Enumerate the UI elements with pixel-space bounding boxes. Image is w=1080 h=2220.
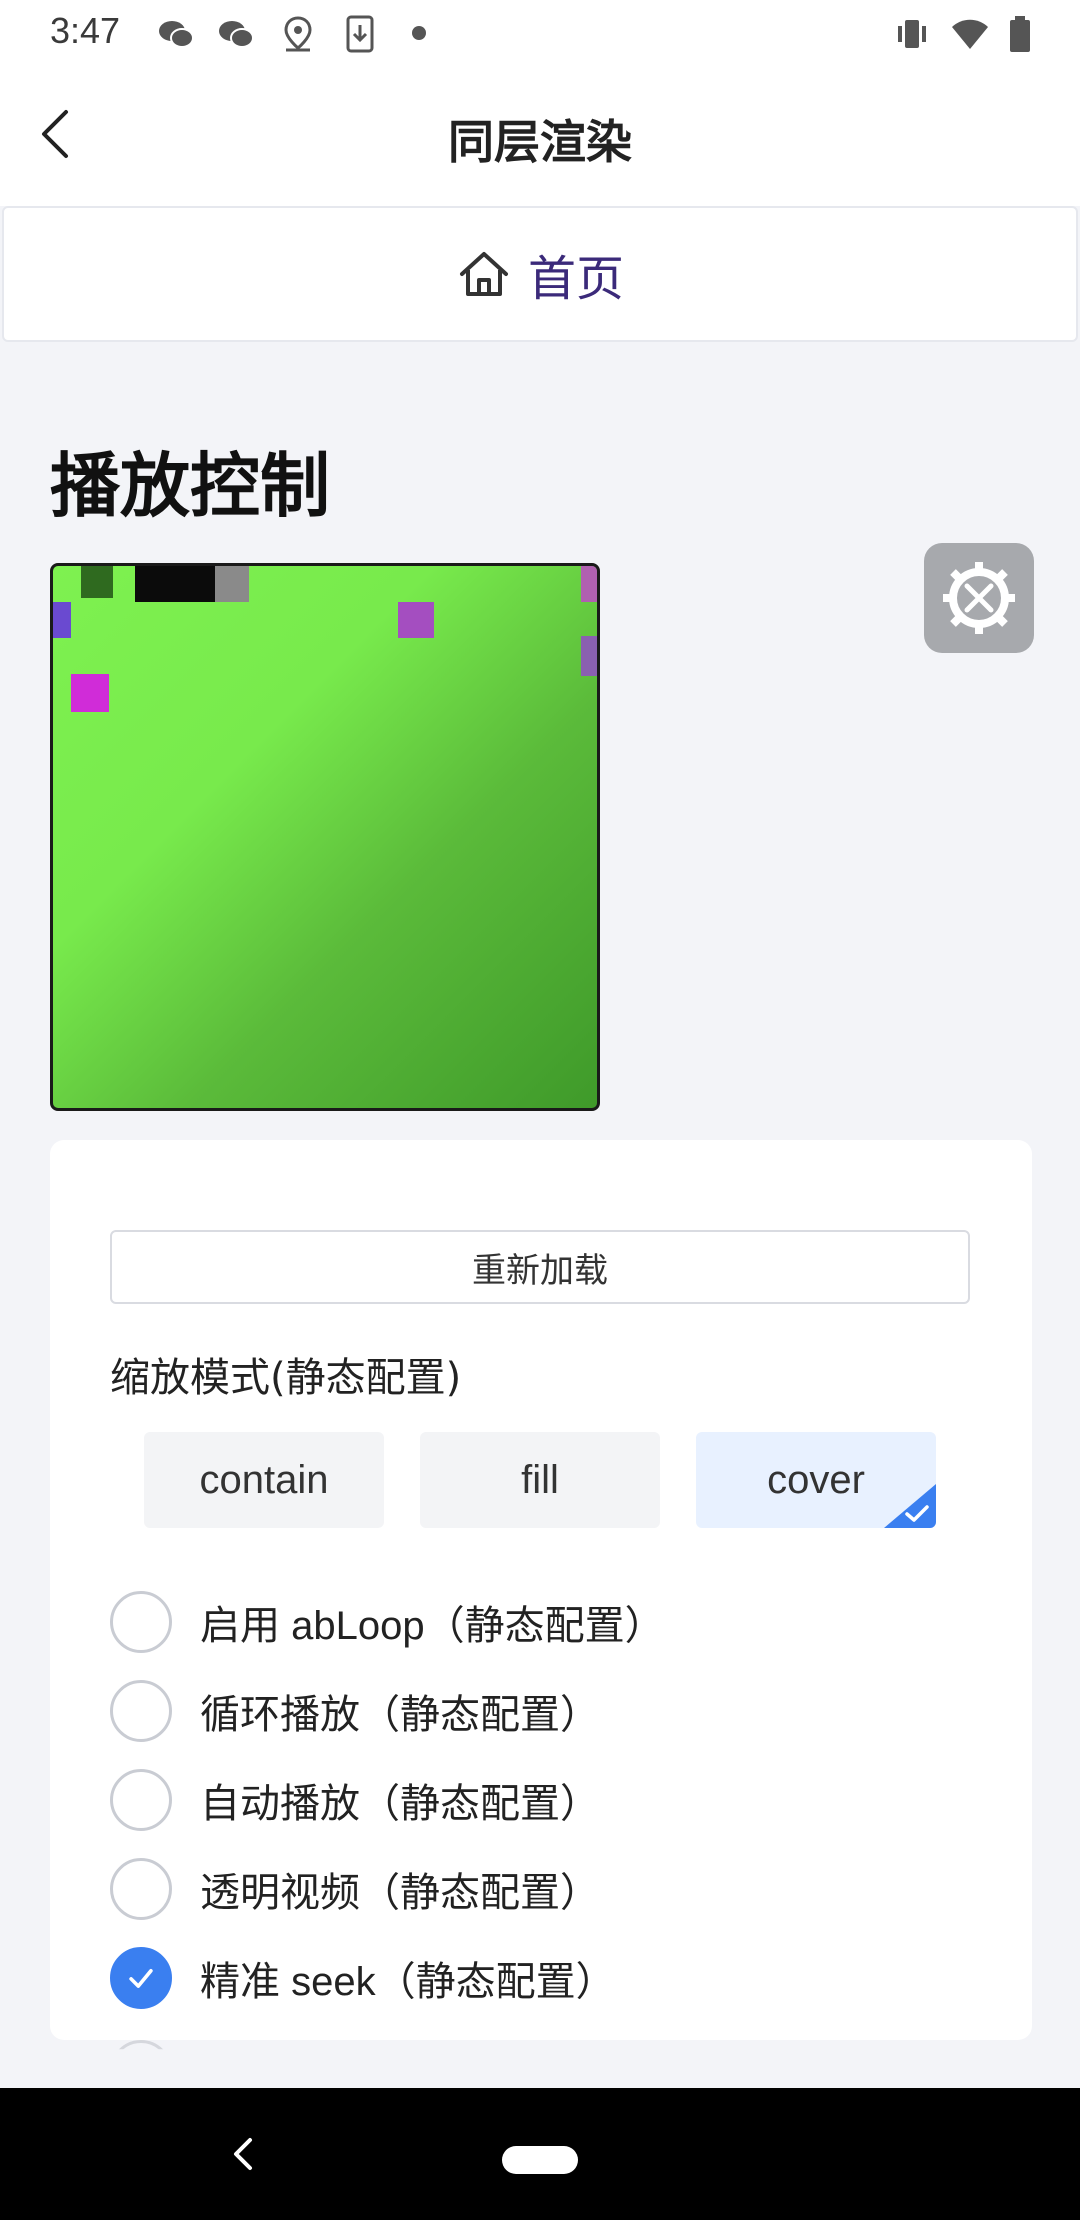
mode-option-label: cover [767,1457,865,1502]
radio-button[interactable] [110,1680,172,1742]
scale-mode-label: 缩放模式(静态配置) [110,1355,462,1401]
reload-button[interactable]: 重新加载 [110,1230,970,1304]
home-link[interactable]: 首页 [2,206,1078,342]
nav-bar: 同层渲染 [0,66,1080,206]
video-artifact [71,674,109,712]
mode-option-label: contain [199,1457,329,1502]
option-label: 自动播放（静态配置） [200,1782,600,1826]
video-artifact [398,602,434,638]
option-label: 启用 abLoop（静态配置） [200,1604,665,1648]
screen: 3:47 同层渲染 首页 播放控制 重新加载 缩放模式(静态配置) contai… [0,0,1080,2220]
option-abloop[interactable]: 启用 abLoop（静态配置） [110,1590,665,1654]
status-time: 3:47 [50,10,121,51]
home-pill-icon[interactable] [502,2146,578,2174]
check-icon [129,1969,153,1988]
video-player[interactable] [50,563,600,1111]
option-label: 循环播放（静态配置） [200,1693,600,1737]
settings-button[interactable] [924,543,1034,653]
location-icon [278,14,318,54]
radio-button[interactable] [110,1769,172,1831]
vibrate-icon [892,14,932,54]
check-icon [905,1505,929,1522]
radio-button[interactable] [110,1858,172,1920]
video-artifact [53,602,71,638]
mode-option-contain[interactable]: contain [144,1432,384,1528]
wifi-icon [950,14,990,54]
option-transparent-video[interactable]: 透明视频（静态配置） [110,1857,600,1921]
wechat-icon [156,14,196,54]
back-triangle-icon[interactable] [222,2132,262,2176]
page-title: 同层渲染 [448,115,632,169]
mode-option-fill[interactable]: fill [420,1432,660,1528]
section-title: 播放控制 [50,445,330,527]
option-precise-seek[interactable]: 精准 seek（静态配置） [110,1946,616,2010]
video-artifact [81,566,113,598]
wechat-icon [216,14,256,54]
mode-option-label: fill [521,1457,559,1502]
video-artifact [135,566,215,602]
download-icon [340,14,380,54]
home-label: 首页 [527,251,624,307]
controls-panel: 重新加载 缩放模式(静态配置) contain fill cover 启用 ab… [50,1140,1032,2050]
video-artifact [215,566,249,602]
radio-button[interactable] [110,1591,172,1653]
option-autoplay[interactable]: 自动播放（静态配置） [110,1768,600,1832]
system-nav-bar [0,2088,1080,2220]
status-bar: 3:47 [0,0,1080,66]
option-loop[interactable]: 循环播放（静态配置） [110,1679,600,1743]
mode-option-cover[interactable]: cover [696,1432,936,1528]
radio-button-checked[interactable] [110,1947,172,2009]
video-artifact [581,566,597,602]
dot-icon [412,26,426,40]
battery-icon [1000,14,1040,54]
wrench-screwdriver-gear-icon [943,562,1015,634]
home-icon [459,252,508,296]
option-label: 透明视频（静态配置） [200,1871,600,1915]
video-artifact [581,636,597,676]
option-label: 精准 seek（静态配置） [200,1960,616,2004]
